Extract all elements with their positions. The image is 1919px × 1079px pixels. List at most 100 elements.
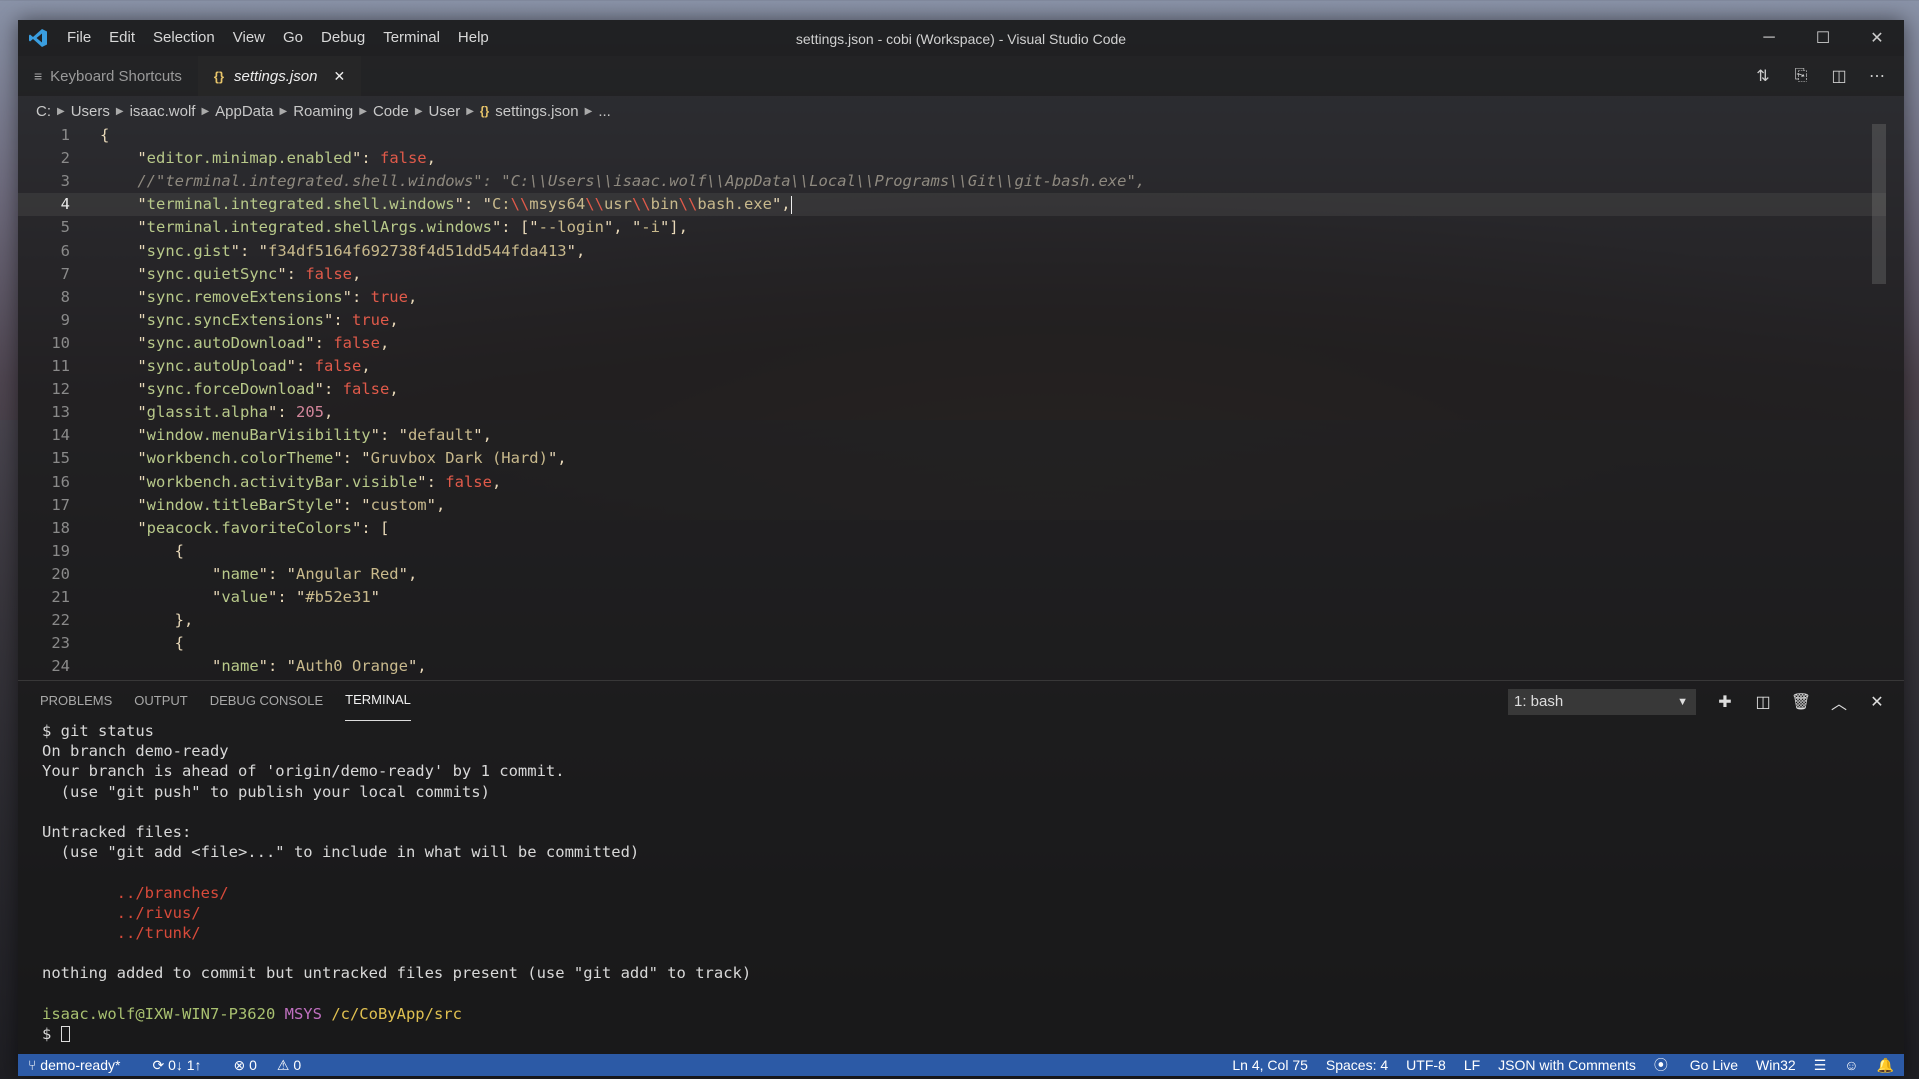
code-line[interactable]: 13 "glassit.alpha": 205, xyxy=(18,401,1886,424)
tab-settings-json[interactable]: {} settings.json ✕ xyxy=(197,56,362,96)
menu-item-help[interactable]: Help xyxy=(449,20,498,56)
tab-keyboard-shortcuts[interactable]: ≡ Keyboard Shortcuts xyxy=(18,56,198,96)
code-text: "glassit.alpha": 205, xyxy=(100,403,334,422)
terminal-output[interactable]: $ git status On branch demo-ready Your bra… xyxy=(42,721,751,1044)
more-actions-icon[interactable]: ⋯ xyxy=(1858,66,1896,86)
chevron-right-icon: ▶ xyxy=(359,105,367,117)
menu-item-debug[interactable]: Debug xyxy=(312,20,374,56)
breadcrumb-item[interactable]: Roaming xyxy=(293,103,353,120)
line-number: 11 xyxy=(51,357,70,375)
notifications-bell-icon[interactable]: 🔔 xyxy=(1877,1057,1894,1074)
line-number: 9 xyxy=(60,310,70,329)
new-terminal-icon[interactable]: ✚ xyxy=(1706,692,1744,712)
code-line[interactable]: 6 "sync.gist": "f34df5164f692738f4d51dd5… xyxy=(18,240,1886,263)
code-line[interactable]: 8 "sync.removeExtensions": true, xyxy=(18,286,1886,309)
line-ending[interactable]: LF xyxy=(1464,1057,1480,1073)
line-number: 23 xyxy=(51,634,70,653)
menu-item-view[interactable]: View xyxy=(224,20,274,56)
code-line[interactable]: 4 "terminal.integrated.shell.windows": "… xyxy=(18,193,1886,217)
code-line[interactable]: 19 { xyxy=(18,540,1886,563)
code-editor[interactable]: 1{2 "editor.minimap.enabled": false, 3 //… xyxy=(18,124,1886,680)
line-number: 10 xyxy=(51,333,70,352)
breadcrumb-item[interactable]: AppData xyxy=(215,103,273,120)
platform[interactable]: Win32 xyxy=(1756,1057,1796,1073)
editor-scrollbar[interactable] xyxy=(1872,124,1886,284)
code-line[interactable]: 7 "sync.quietSync": false, xyxy=(18,263,1886,286)
error-count: 0 xyxy=(249,1056,257,1073)
code-line[interactable]: 16 "workbench.activityBar.visible": fals… xyxy=(18,471,1886,494)
breadcrumb-item[interactable]: Code xyxy=(373,103,409,120)
code-text: { xyxy=(100,634,184,653)
compare-changes-icon[interactable]: ⇅ xyxy=(1744,66,1782,86)
breadcrumb-item[interactable]: Users xyxy=(71,103,110,120)
tab-label: Keyboard Shortcuts xyxy=(50,67,182,85)
indentation[interactable]: Spaces: 4 xyxy=(1326,1057,1388,1073)
code-line[interactable]: 24 "name": "Auth0 Orange", xyxy=(18,655,1886,678)
database-icon[interactable]: ☰ xyxy=(1814,1057,1827,1074)
language-mode[interactable]: JSON with Comments xyxy=(1498,1057,1636,1073)
code-line[interactable]: 21 "value": "#b52e31" xyxy=(18,586,1886,609)
line-number: 15 xyxy=(51,449,70,468)
code-line[interactable]: 15 "workbench.colorTheme": "Gruvbox Dark… xyxy=(18,447,1886,470)
code-line[interactable]: 9 "sync.syncExtensions": true, xyxy=(18,309,1886,332)
go-live-button[interactable]: ⦿ Go Live xyxy=(1654,1055,1738,1075)
branch-indicator[interactable]: ⑂ demo-ready* xyxy=(28,1057,136,1073)
code-text: "sync.syncExtensions": true, xyxy=(100,310,399,329)
code-line[interactable]: 1{ xyxy=(18,124,1886,147)
close-tab-icon[interactable]: ✕ xyxy=(333,68,345,85)
code-line[interactable]: 20 "name": "Angular Red", xyxy=(18,563,1886,586)
breadcrumb-item[interactable]: C: xyxy=(36,103,51,120)
menu-item-terminal[interactable]: Terminal xyxy=(374,20,449,56)
line-number: 1 xyxy=(60,126,70,144)
close-window-button[interactable]: ✕ xyxy=(1850,20,1904,56)
breadcrumb-item[interactable]: User xyxy=(429,103,461,120)
line-number: 19 xyxy=(51,541,70,560)
tab-terminal[interactable]: TERMINAL xyxy=(345,681,411,721)
cursor-position[interactable]: Ln 4, Col 75 xyxy=(1232,1057,1308,1073)
breadcrumb-item[interactable]: settings.json xyxy=(495,103,578,120)
minimize-button[interactable]: ─ xyxy=(1742,20,1796,56)
status-bar: ⑂ demo-ready* ⟳ 0↓ 1↑ ⊗ 0 ⚠ 0 Ln 4, Col … xyxy=(18,1054,1904,1076)
maximize-panel-icon[interactable]: ︿ xyxy=(1820,690,1858,714)
feedback-smiley-icon[interactable]: ☺ xyxy=(1844,1057,1858,1073)
chevron-down-icon: ▼ xyxy=(1677,696,1688,708)
code-line[interactable]: 3 //"terminal.integrated.shell.windows":… xyxy=(18,170,1886,193)
editor-actions: ⇅ ⎘ ◫ ⋯ xyxy=(1744,56,1896,96)
tab-output[interactable]: OUTPUT xyxy=(134,681,187,721)
encoding[interactable]: UTF-8 xyxy=(1406,1057,1446,1073)
menu-item-go[interactable]: Go xyxy=(274,20,312,56)
code-line[interactable]: 22 }, xyxy=(18,609,1886,632)
sync-indicator[interactable]: ⟳ 0↓ 1↑ xyxy=(152,1057,217,1074)
terminal-line: Your branch is ahead of 'origin/demo-rea… xyxy=(42,762,565,781)
breadcrumb-item[interactable]: isaac.wolf xyxy=(130,103,196,120)
tab-problems[interactable]: PROBLEMS xyxy=(40,681,112,721)
code-line[interactable]: 10 "sync.autoDownload": false, xyxy=(18,332,1886,355)
close-panel-icon[interactable]: ✕ xyxy=(1858,692,1896,712)
code-line[interactable]: 11 "sync.autoUpload": false, xyxy=(18,355,1886,378)
code-line[interactable]: 17 "window.titleBarStyle": "custom", xyxy=(18,494,1886,517)
code-line[interactable]: 14 "window.menuBarVisibility": "default"… xyxy=(18,424,1886,447)
menu-item-selection[interactable]: Selection xyxy=(144,20,224,56)
terminal-input-line[interactable]: $ xyxy=(42,1024,751,1044)
problems-indicator[interactable]: ⊗ 0 ⚠ 0 xyxy=(234,1057,318,1074)
tab-debug-console[interactable]: DEBUG CONSOLE xyxy=(210,681,323,721)
split-terminal-icon[interactable]: ◫ xyxy=(1744,692,1782,712)
code-line[interactable]: 23 { xyxy=(18,632,1886,655)
code-line[interactable]: 5 "terminal.integrated.shellArgs.windows… xyxy=(18,216,1886,239)
breadcrumb-item[interactable]: ... xyxy=(598,103,611,120)
chevron-right-icon: ▶ xyxy=(466,105,474,117)
trash-icon[interactable]: 🗑 xyxy=(1782,692,1820,712)
menu-item-file[interactable]: File xyxy=(58,20,100,56)
open-settings-icon[interactable]: ⎘ xyxy=(1782,67,1820,85)
terminal-select[interactable]: 1: bash ▼ xyxy=(1508,689,1696,715)
maximize-button[interactable]: ☐ xyxy=(1796,20,1850,56)
code-line[interactable]: 18 "peacock.favoriteColors": [ xyxy=(18,517,1886,540)
menu-item-edit[interactable]: Edit xyxy=(100,20,144,56)
code-line[interactable]: 2 "editor.minimap.enabled": false, xyxy=(18,147,1886,170)
code-line[interactable]: 12 "sync.forceDownload": false, xyxy=(18,378,1886,401)
split-editor-icon[interactable]: ◫ xyxy=(1820,66,1858,86)
code-text: "value": "#b52e31" xyxy=(100,588,380,606)
code-text: "workbench.activityBar.visible": false, xyxy=(100,472,502,491)
